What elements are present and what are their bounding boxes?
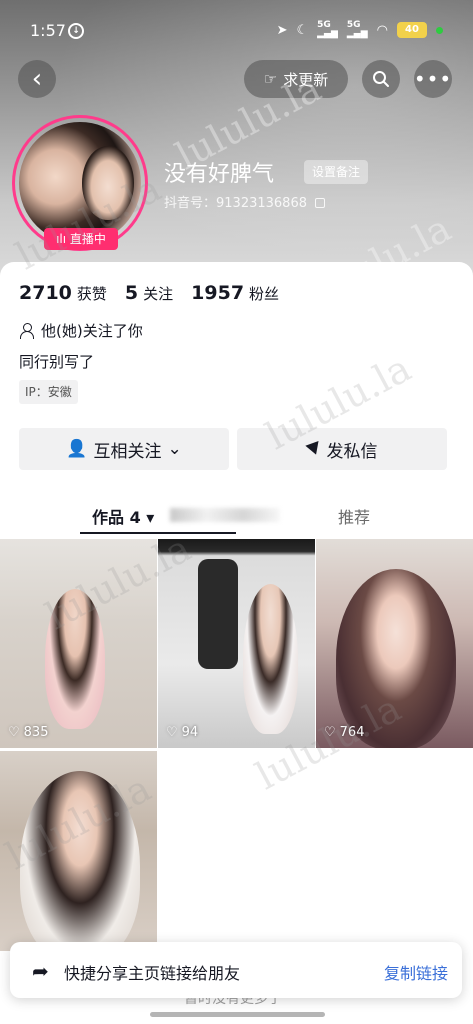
- send-message-button[interactable]: 发私信: [237, 428, 447, 470]
- caret-down-icon: ▾: [146, 508, 155, 527]
- stat-followers[interactable]: 1957 粉丝: [191, 282, 279, 304]
- like-count-value: 94: [181, 725, 199, 740]
- chevron-down-icon: ⌄: [167, 439, 182, 459]
- stat-number: 1957: [191, 282, 245, 304]
- stat-likes[interactable]: 2710 获赞: [19, 282, 107, 304]
- stat-label: 粉丝: [249, 285, 280, 303]
- copy-icon: [315, 198, 326, 208]
- stat-label: 关注: [143, 285, 174, 303]
- status-time: 1:57: [30, 21, 66, 40]
- back-button[interactable]: ‹: [18, 60, 56, 98]
- hand-point-icon: ☞: [263, 70, 278, 88]
- search-icon: [373, 71, 389, 87]
- send-arrow-icon: [304, 440, 323, 458]
- signal-5g-icon-2: 5G ▂▄▆: [346, 20, 368, 39]
- share-arrow-icon: ➦: [32, 959, 49, 983]
- mutual-follow-label: 互相关注: [93, 441, 162, 462]
- avatar: [19, 122, 141, 244]
- video-thumbnail-figure: [243, 584, 298, 734]
- more-dots-icon: •••: [413, 67, 453, 91]
- live-bars-icon: ılı: [56, 232, 67, 246]
- video-tile[interactable]: ♡ 764: [316, 539, 473, 748]
- home-indicator[interactable]: [150, 1012, 325, 1017]
- share-toast: ➦ 快捷分享主页链接给朋友 复制链接: [10, 942, 462, 998]
- video-tile[interactable]: ♡ 835: [0, 539, 157, 748]
- tab-recommend[interactable]: 推荐: [338, 504, 370, 528]
- stat-label: 获赞: [76, 285, 107, 303]
- video-tile[interactable]: [0, 751, 157, 951]
- video-tile[interactable]: ♡ 94: [158, 539, 315, 748]
- person-icon: [19, 322, 35, 339]
- share-text: 快捷分享主页链接给朋友: [64, 964, 241, 983]
- like-count: ♡ 835: [8, 725, 48, 740]
- tab-works[interactable]: 作品 4 ▾: [92, 504, 154, 528]
- wifi-icon: ◠: [376, 22, 388, 38]
- request-update-label: 求更新: [283, 70, 329, 89]
- follows-you-note: 他(她)关注了你: [19, 320, 143, 341]
- copy-link-button[interactable]: 复制链接: [384, 960, 448, 984]
- stat-following[interactable]: 5 关注: [125, 282, 173, 304]
- like-count: ♡ 94: [166, 725, 198, 740]
- like-count: ♡ 764: [324, 725, 364, 740]
- content-tabs: 作品 4 ▾ 推荐: [0, 500, 473, 536]
- mutual-follow-button[interactable]: 👤 互相关注 ⌄: [19, 428, 229, 470]
- request-update-button[interactable]: ☞ 求更新: [244, 60, 348, 98]
- ip-location-tag: IP：安徽: [19, 380, 78, 404]
- like-count-value: 835: [23, 725, 49, 740]
- heart-icon: ♡: [324, 725, 336, 740]
- follows-you-text: 他(她)关注了你: [41, 322, 143, 340]
- douyin-id[interactable]: 抖音号：91323136868: [164, 192, 326, 211]
- send-message-label: 发私信: [326, 441, 378, 462]
- tab-blurred: [170, 508, 280, 522]
- status-bar: 1:57 ↓ ➤ ☾ 5G ▂▄▆ 5G ▂▄▆ ◠ 40: [0, 0, 473, 60]
- tab-works-label: 作品 4: [92, 508, 141, 527]
- heart-icon: ♡: [166, 725, 178, 740]
- video-thumbnail-figure: [45, 589, 105, 729]
- live-badge[interactable]: ılı 直播中: [44, 228, 118, 250]
- bio: 同行别写了: [19, 353, 95, 371]
- live-label: 直播中: [69, 232, 106, 246]
- like-count-value: 764: [339, 725, 365, 740]
- set-remark-button[interactable]: 设置备注: [304, 160, 369, 184]
- search-button[interactable]: [362, 60, 400, 98]
- location-icon: ➤: [276, 22, 288, 38]
- status-indicators: ➤ ☾ 5G ▂▄▆ 5G ▂▄▆ ◠ 40: [277, 21, 443, 39]
- heart-icon: ♡: [8, 725, 20, 740]
- privacy-dot-icon: [436, 26, 443, 34]
- stat-number: 2710: [19, 282, 72, 304]
- video-thumbnail-figure: [198, 559, 238, 669]
- username: 没有好脾气: [164, 162, 275, 187]
- video-thumbnail-figure: [336, 569, 456, 748]
- app-notification-icon: ↓: [68, 23, 84, 39]
- tab-indicator: [80, 532, 236, 534]
- stats-row: 2710 获赞 5 关注 1957 粉丝: [19, 282, 279, 304]
- battery-icon: 40: [397, 22, 427, 38]
- douyin-id-text: 抖音号：91323136868: [164, 196, 307, 211]
- moon-icon: ☾: [296, 22, 309, 38]
- video-thumbnail-figure: [20, 771, 140, 951]
- signal-5g-icon: 5G ▂▄▆: [317, 20, 338, 39]
- chevron-left-icon: ‹: [31, 64, 43, 94]
- person-check-icon: 👤: [66, 439, 88, 459]
- stat-number: 5: [124, 282, 139, 304]
- more-button[interactable]: •••: [414, 60, 452, 98]
